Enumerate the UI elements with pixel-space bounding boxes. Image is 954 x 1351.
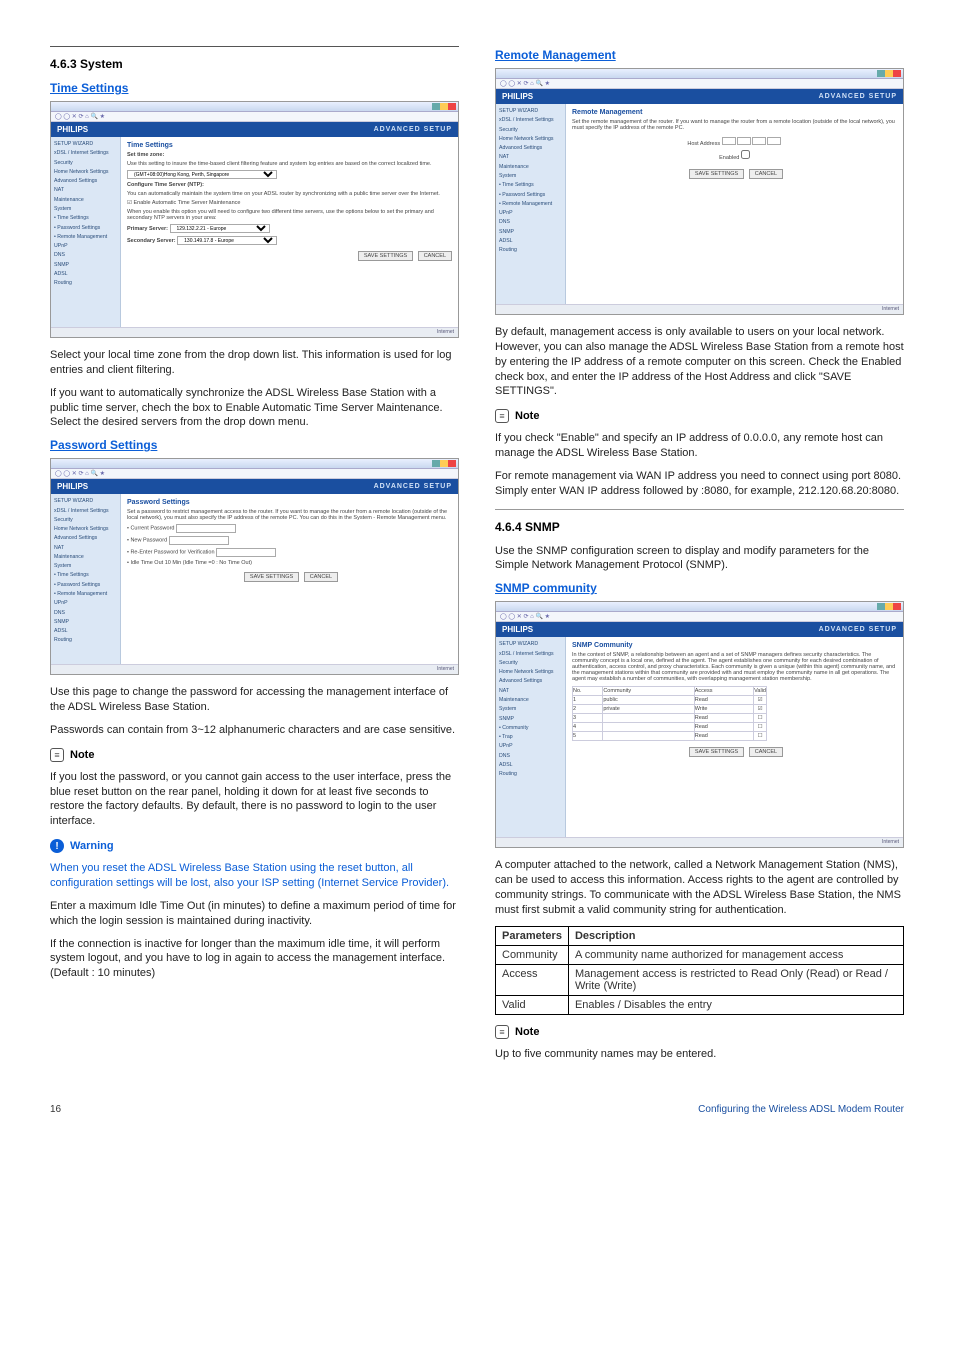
save-settings-button[interactable]: SAVE SETTINGS [689, 747, 744, 757]
current-password-input[interactable] [176, 524, 236, 533]
warning-heading: ! Warning [50, 839, 459, 853]
table-row: Community A community name authorized fo… [496, 945, 904, 964]
page-number: 16 [50, 1104, 61, 1115]
remote-management-screenshot: ◯ ◯ ✕ ⟳ ⌂ 🔍 ★ PHILIPS ADVANCED SETUP SET… [495, 68, 904, 315]
note-heading: ≡ Note [495, 409, 904, 423]
password-p1: Use this page to change the password for… [50, 685, 459, 715]
note-remote-text1: If you check "Enable" and specify an IP … [495, 431, 904, 461]
time-settings-p1: Select your local time zone from the dro… [50, 348, 459, 378]
page-footer: 16 Configuring the Wireless ADSL Modem R… [50, 1098, 904, 1115]
brand-label: PHILIPS [57, 125, 88, 134]
password-p2: Passwords can contain from 3~12 alphanum… [50, 723, 459, 738]
snmp-community-table: No. Community Access Valid 1publicRead☑ … [572, 686, 767, 741]
right-column: Remote Management ◯ ◯ ✕ ⟳ ⌂ 🔍 ★ PHILIPS … [495, 40, 904, 1070]
primary-server-select[interactable]: 129.132.2.21 - Europe [170, 224, 270, 233]
param-header-parameters: Parameters [496, 926, 569, 945]
time-settings-screenshot: ◯ ◯ ✕ ⟳ ⌂ 🔍 ★ PHILIPS ADVANCED SETUP SET… [50, 101, 459, 338]
panel-title: Time Settings [127, 142, 452, 149]
warning-text: When you reset the ADSL Wireless Base St… [50, 861, 459, 891]
save-settings-button[interactable]: SAVE SETTINGS [358, 251, 413, 261]
advanced-setup-label: ADVANCED SETUP [374, 126, 452, 133]
save-settings-button[interactable]: SAVE SETTINGS [689, 169, 744, 179]
time-settings-heading: Time Settings [50, 81, 459, 95]
remote-p1: By default, management access is only av… [495, 325, 904, 399]
note-icon: ≡ [495, 409, 509, 423]
table-row: Valid Enables / Disables the entry [496, 995, 904, 1014]
footer-title: Configuring the Wireless ADSL Modem Rout… [698, 1104, 904, 1115]
note-text: If you lost the password, or you cannot … [50, 770, 459, 829]
param-header-description: Description [568, 926, 903, 945]
time-settings-p2: If you want to automatically synchronize… [50, 386, 459, 431]
idle-p1: Enter a maximum Idle Time Out (in minute… [50, 899, 459, 929]
snmp-after-p: A computer attached to the network, call… [495, 858, 904, 917]
cancel-button[interactable]: CANCEL [749, 747, 783, 757]
host-address-input[interactable] [722, 141, 782, 147]
warning-icon: ! [50, 839, 64, 853]
divider [495, 509, 904, 510]
snmp-community-screenshot: ◯ ◯ ✕ ⟳ ⌂ 🔍 ★ PHILIPS ADVANCED SETUP SET… [495, 601, 904, 848]
cancel-button[interactable]: CANCEL [749, 169, 783, 179]
section-4-6-4-heading: 4.6.4 SNMP [495, 520, 904, 534]
confirm-password-input[interactable] [216, 548, 276, 557]
table-row: Access Management access is restricted t… [496, 964, 904, 995]
note-snmp-text: Up to five community names may be entere… [495, 1047, 904, 1062]
snmp-community-heading: SNMP community [495, 581, 904, 595]
section-divider [50, 46, 459, 47]
cancel-button[interactable]: CANCEL [418, 251, 452, 261]
note-heading: ≡ Note [495, 1025, 904, 1039]
section-4-6-3-heading: 4.6.3 System [50, 57, 459, 71]
password-settings-heading: Password Settings [50, 438, 459, 452]
save-settings-button[interactable]: SAVE SETTINGS [244, 572, 299, 582]
secondary-server-select[interactable]: 130.149.17.8 - Europe [177, 236, 277, 245]
remote-management-heading: Remote Management [495, 48, 904, 62]
new-password-input[interactable] [169, 536, 229, 545]
parameters-table: Parameters Description Community A commu… [495, 926, 904, 1015]
note-heading: ≡ Note [50, 748, 459, 762]
note-icon: ≡ [50, 748, 64, 762]
left-column: 4.6.3 System Time Settings ◯ ◯ ✕ ⟳ ⌂ 🔍 ★… [50, 40, 459, 1070]
sidebar: SETUP WIZARD xDSL / Internet Settings Se… [51, 137, 121, 327]
note-icon: ≡ [495, 1025, 509, 1039]
timezone-select[interactable]: (GMT+08:00)Hong Kong, Perth, Singapore [127, 170, 277, 179]
enabled-checkbox[interactable] [741, 150, 750, 159]
cancel-button[interactable]: CANCEL [304, 572, 338, 582]
idle-p2: If the connection is inactive for longer… [50, 937, 459, 982]
password-settings-screenshot: ◯ ◯ ✕ ⟳ ⌂ 🔍 ★ PHILIPS ADVANCED SETUP SET… [50, 458, 459, 675]
snmp-intro: Use the SNMP configuration screen to dis… [495, 544, 904, 574]
note-remote-text2: For remote management via WAN IP address… [495, 469, 904, 499]
